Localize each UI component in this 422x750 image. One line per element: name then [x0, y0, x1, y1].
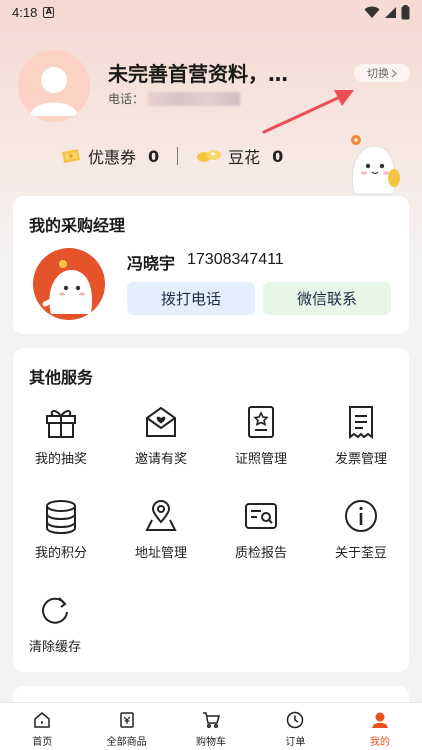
chevron-right-icon	[391, 69, 397, 77]
cart-icon	[203, 712, 221, 729]
phone-label: 电话：	[108, 92, 145, 106]
nav-all-products[interactable]: 全部商品	[84, 703, 168, 750]
manager-name: 冯晓宇	[127, 254, 176, 273]
service-address[interactable]: 地址管理	[113, 492, 209, 572]
service-label: 关于荃豆	[334, 546, 387, 561]
manager-card-title: 我的采购经理	[29, 216, 126, 235]
service-about[interactable]: 关于荃豆	[313, 492, 409, 572]
service-label: 我的抽奖	[34, 452, 87, 467]
profile-name: 未完善首营资料，…	[108, 62, 288, 86]
beans-value: 0	[272, 146, 284, 166]
bottom-nav: 首页 全部商品 购物车 订单 我的	[0, 702, 422, 750]
mascot-avatar-icon	[42, 260, 93, 314]
nav-label: 订单	[285, 737, 306, 748]
service-label: 发票管理	[334, 452, 387, 467]
refresh-icon	[42, 597, 68, 624]
status-bar: 4:18 A	[0, 0, 422, 24]
switch-button[interactable]: 切换	[354, 64, 410, 82]
service-label: 地址管理	[134, 546, 187, 561]
nav-orders[interactable]: 订单	[253, 703, 337, 750]
clock-icon	[287, 711, 304, 729]
gift-icon	[46, 410, 76, 438]
call-phone-label: 拨打电话	[160, 290, 221, 308]
invite-envelope-icon	[146, 406, 176, 437]
avatar[interactable]	[18, 50, 90, 122]
nav-cart[interactable]: 购物车	[169, 703, 253, 750]
location-pin-icon	[145, 500, 177, 531]
default-avatar-icon	[30, 67, 78, 116]
coupon-icon	[62, 149, 80, 163]
wechat-contact-button[interactable]: 微信联系	[263, 282, 391, 315]
nav-label: 我的	[369, 737, 390, 748]
nav-label: 购物车	[196, 737, 227, 748]
manager-phone: 17308347411	[187, 251, 284, 268]
coupon-value: 0	[148, 146, 160, 166]
coupon-label: 优惠券	[88, 148, 137, 167]
mascot-icon	[351, 135, 400, 195]
certificate-icon	[248, 406, 274, 438]
inspection-report-icon	[245, 503, 277, 529]
manager-avatar	[33, 248, 105, 320]
service-lottery[interactable]: 我的抽奖	[13, 398, 109, 478]
nav-label: 首页	[32, 737, 53, 748]
points-stack-icon	[46, 500, 76, 534]
invoice-icon	[349, 406, 373, 439]
service-invoices[interactable]: 发票管理	[313, 398, 409, 478]
switch-label: 切换	[367, 67, 389, 80]
stats-divider	[177, 147, 179, 165]
user-icon	[371, 712, 388, 728]
service-certificates[interactable]: 证照管理	[213, 398, 309, 478]
wechat-contact-label: 微信联系	[296, 290, 357, 308]
nav-home[interactable]: 首页	[0, 703, 84, 750]
service-label: 证照管理	[234, 452, 287, 467]
service-label: 我的积分	[34, 546, 87, 561]
status-time: 4:18	[12, 4, 38, 20]
service-points[interactable]: 我的积分	[13, 492, 109, 572]
all-products-icon	[119, 712, 134, 728]
service-invite[interactable]: 邀请有奖	[113, 398, 209, 478]
service-label: 邀请有奖	[134, 452, 187, 467]
services-card-title: 其他服务	[29, 368, 94, 387]
wifi-icon	[364, 6, 380, 18]
other-services-card: 其他服务 我的抽奖 邀请有奖 证照管理 发票管理 我的积分 地址管理 质检报告 …	[13, 348, 409, 672]
phone-masked-value	[148, 91, 241, 106]
beans-stat[interactable]: 豆花 0	[196, 144, 283, 168]
nav-label: 全部商品	[106, 737, 147, 748]
service-label: 质检报告	[234, 546, 287, 561]
beans-icon	[197, 150, 222, 162]
phone-row: 电话：	[108, 90, 241, 107]
service-inspection-report[interactable]: 质检报告	[213, 492, 309, 572]
annotation-arrow-icon	[262, 90, 354, 134]
beans-label: 豆花	[228, 148, 261, 167]
signal-icon	[385, 6, 396, 18]
coupon-stat[interactable]: 优惠券 0	[60, 144, 159, 168]
stats-row: 优惠券 0 豆花 0	[60, 144, 283, 168]
nav-mine[interactable]: 我的	[338, 703, 422, 750]
call-phone-button[interactable]: 拨打电话	[127, 282, 255, 315]
purchase-manager-card: 我的采购经理 冯晓宇 17308347411 拨打电话 微信联系	[13, 196, 409, 334]
battery-icon	[401, 4, 410, 19]
home-icon	[34, 712, 50, 728]
service-label: 清除缓存	[28, 640, 81, 655]
notification-a-icon: A	[43, 6, 55, 18]
info-icon	[345, 500, 377, 532]
service-clear-cache[interactable]: 清除缓存	[7, 586, 103, 666]
